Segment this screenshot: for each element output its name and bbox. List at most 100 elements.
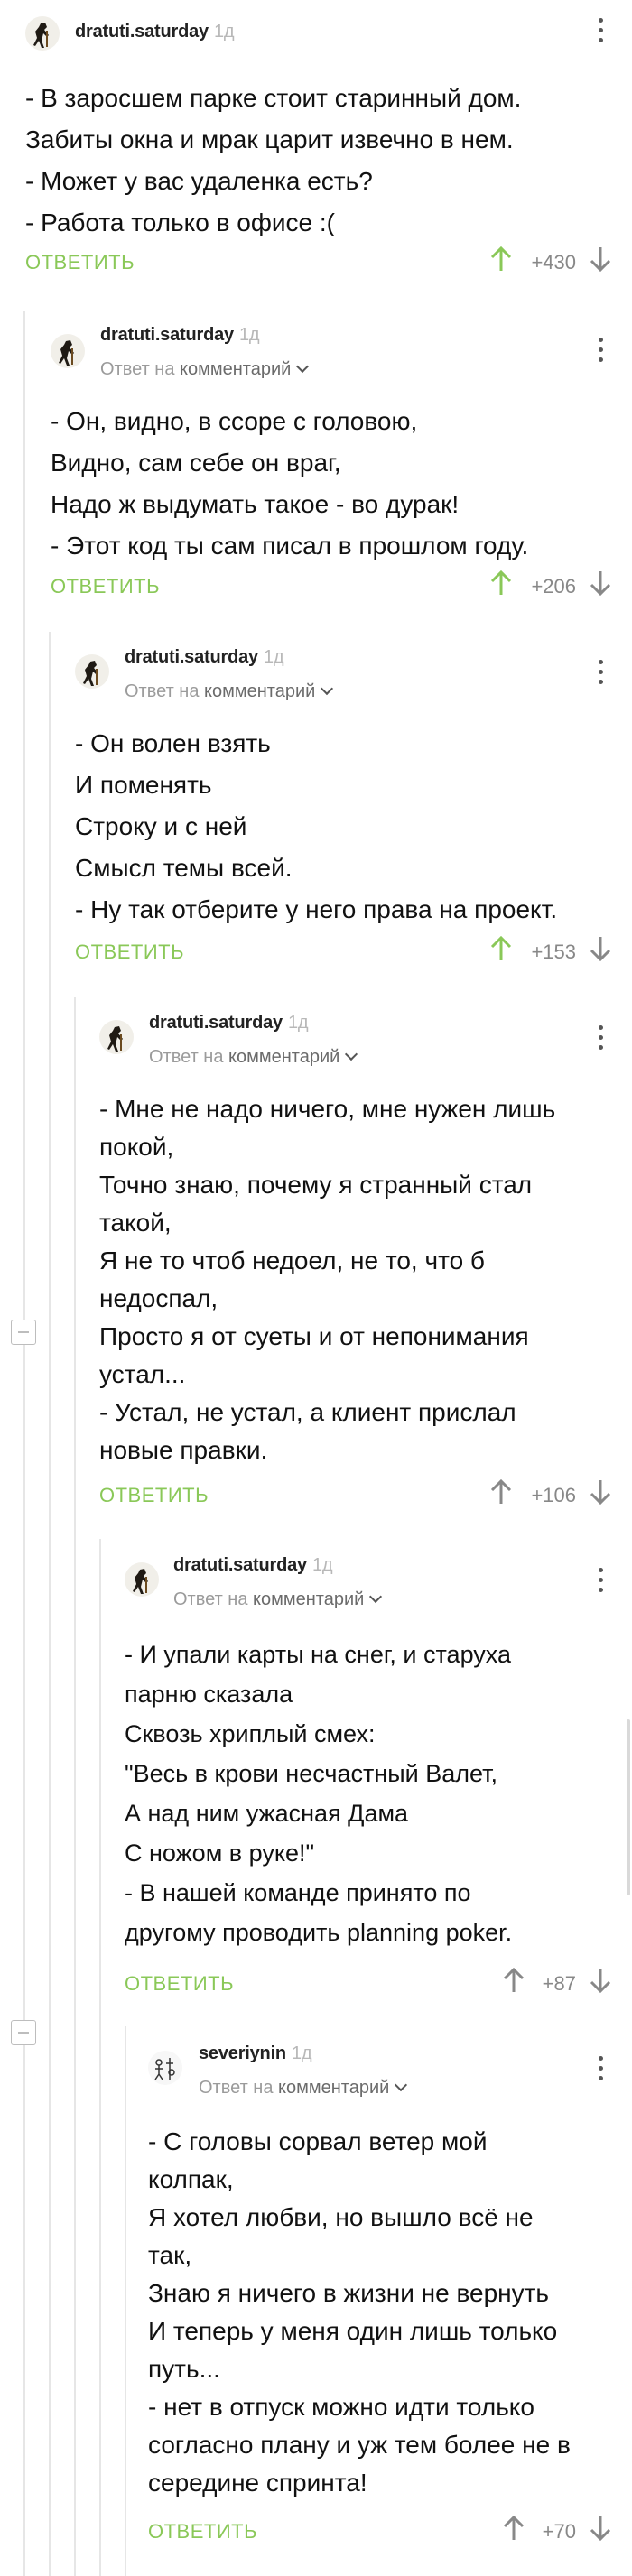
rating-score: +206 [531,575,576,598]
chevron-down-icon [369,1589,383,1604]
comment-line: путь... [148,2355,220,2383]
comment-line: колпак, [148,2165,234,2193]
more-menu-icon[interactable] [598,660,605,687]
rating-score: +70 [542,2520,576,2543]
avatar[interactable] [125,1562,159,1597]
author-name[interactable]: dratuti.saturday 1д [125,647,284,668]
comment-line: устал... [99,1360,186,1388]
author-name[interactable]: dratuti.saturday 1д [100,325,260,346]
rating-score: +87 [542,1972,576,1995]
comment-line: Забиты окна и мрак царит извечно в нем. [25,125,514,153]
comment-body: - И упали карты на снег, и старуха парню… [125,1635,512,1952]
comment-line: С ножом в руке!" [125,1839,315,1867]
comment-line: недоспал, [99,1284,218,1312]
comment-line: - Он, видно, в ссоре с головою, [51,407,418,435]
chevron-down-icon [345,1047,358,1061]
chevron-down-icon [321,681,334,696]
comment-line: Я не то чтоб недоел, не то, что б [99,1246,485,1274]
upvote-icon[interactable] [489,1478,513,1506]
comment-body: - В заросшем парке стоит старинный дом. … [25,78,521,244]
comment-line: А над ним ужасная Дама [125,1800,409,1827]
author-name[interactable]: dratuti.saturday 1д [173,1555,333,1576]
upvote-icon[interactable] [489,935,513,962]
comment-line: Строку и с ней [75,812,247,840]
comment-age: 1д [311,1555,333,1575]
reply-button[interactable]: ОТВЕТИТЬ [148,2520,257,2544]
scroll-indicator[interactable] [627,1719,630,1895]
collapse-thread-button[interactable] [11,1320,36,1345]
comment-line: - В заросшем парке стоит старинный дом. [25,84,522,112]
comment-line: так, [148,2241,192,2269]
comment-line: Точно знаю, почему я странный стал [99,1171,533,1199]
comment-line: Надо ж выдумать такое - во дурак! [51,490,460,518]
avatar[interactable] [75,654,109,689]
downvote-icon[interactable] [589,2515,612,2542]
author-name[interactable]: severiynin 1д [199,2043,312,2064]
reply-button[interactable]: ОТВЕТИТЬ [99,1484,209,1507]
more-menu-icon[interactable] [598,1025,605,1052]
rating-score: +106 [531,1484,576,1506]
comment-line: - Этот код ты сам писал в прошлом году. [51,532,529,560]
more-menu-icon[interactable] [598,1568,605,1595]
upvote-icon[interactable] [489,570,513,597]
comment-age: 1д [291,2043,312,2063]
reply-to-link[interactable]: Ответ на комментарий [100,359,310,380]
comment-line: - Работа только в офисе :( [25,208,335,236]
reply-to-link[interactable]: Ответ на комментарий [149,1047,358,1068]
comment-line: И теперь у меня один лишь только [148,2317,558,2345]
comment-line: другому проводить planning poker. [125,1919,513,1946]
reply-button[interactable]: ОТВЕТИТЬ [51,575,160,598]
comment-line: - Может у вас удаленка есть? [25,167,373,195]
comment-body: - Мне не надо ничего, мне нужен лишь пок… [99,1090,555,1469]
comment-line: - Мне не надо ничего, мне нужен лишь [99,1095,556,1123]
comment-line: Сквозь хриплый смех: [125,1720,376,1747]
comment-line: Знаю я ничего в жизни не вернуть [148,2279,550,2307]
comment-line: такой, [99,1209,172,1237]
thread-rail[interactable] [99,1539,101,2576]
reply-button[interactable]: ОТВЕТИТЬ [125,1972,234,1996]
comment-line: новые правки. [99,1436,268,1464]
reply-button[interactable]: ОТВЕТИТЬ [75,941,184,964]
reply-button[interactable]: ОТВЕТИТЬ [25,251,135,274]
author-name[interactable]: dratuti.saturday 1д [75,22,235,42]
reply-to-link[interactable]: Ответ на комментарий [199,2078,408,2099]
comment-line: "Весь в крови несчастный Валет, [125,1760,498,1787]
downvote-icon[interactable] [589,246,612,273]
comment-line: середине спринта! [148,2469,367,2497]
avatar[interactable] [51,334,85,368]
comment-line: - В нашей команде принято по [125,1879,471,1906]
thread-rail[interactable] [74,997,76,2576]
avatar[interactable] [25,16,60,51]
downvote-icon[interactable] [589,935,612,962]
comment-body: - Он, видно, в ссоре с головою, Видно, с… [51,401,528,567]
comment-thread: dratuti.saturday 1д - В заросшем парке ст… [0,0,632,2576]
downvote-icon[interactable] [589,1478,612,1506]
reply-to-link[interactable]: Ответ на комментарий [173,1589,383,1610]
thread-rail[interactable] [125,2026,126,2576]
comment-line: Смысл темы всей. [75,854,293,882]
upvote-icon[interactable] [489,246,513,273]
downvote-icon[interactable] [589,1967,612,1994]
more-menu-icon[interactable] [598,18,605,45]
comment-line: - Ну так отберите у него права на проект… [75,895,558,923]
more-menu-icon[interactable] [598,338,605,365]
more-menu-icon[interactable] [598,2056,605,2083]
chevron-down-icon [296,359,310,374]
avatar[interactable] [99,1020,134,1054]
thread-rail[interactable] [49,632,51,2576]
comment-line: покой, [99,1133,174,1161]
comment-line: Я хотел любви, но вышло всё не [148,2203,534,2231]
avatar[interactable] [148,2051,182,2085]
reply-to-link[interactable]: Ответ на комментарий [125,681,334,702]
collapse-thread-button[interactable] [11,2020,36,2045]
rating-score: +153 [531,941,576,963]
comment-age: 1д [287,1013,309,1033]
comment-line: - И упали карты на снег, и старуха [125,1641,511,1668]
comment-body: - Он волен взять И поменять Строку и с н… [75,723,557,931]
comment-line: - нет в отпуск можно идти только [148,2393,534,2421]
comment-body: - С головы сорвал ветер мой колпак, Я хо… [148,2123,571,2502]
comment-line: Просто я от суеты и от непонимания [99,1322,529,1350]
thread-rail[interactable] [23,311,25,2576]
downvote-icon[interactable] [589,570,612,597]
author-name[interactable]: dratuti.saturday 1д [149,1013,309,1033]
